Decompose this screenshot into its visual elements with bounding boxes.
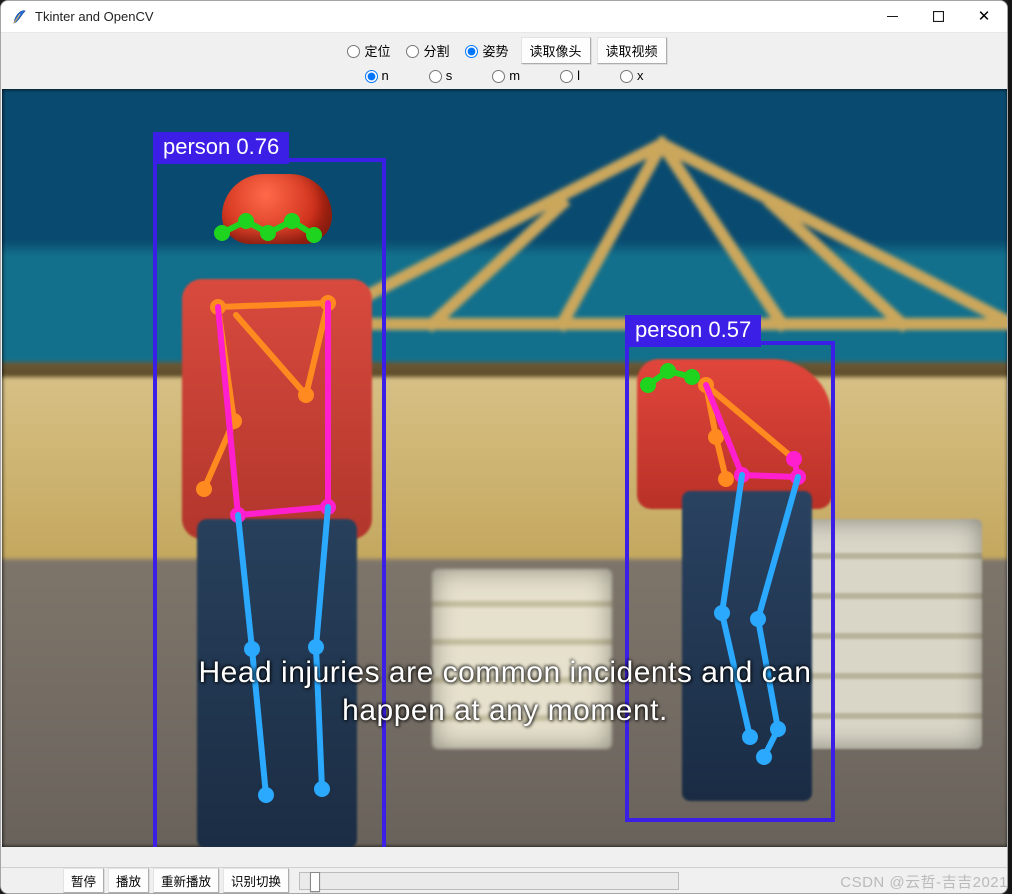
outer-shadow: [1008, 0, 1012, 894]
video-caption: Head injuries are common incidents and c…: [2, 654, 1008, 729]
bbox-person-1: person 0.76: [153, 158, 386, 847]
pause-button[interactable]: 暂停: [63, 868, 104, 893]
titlebar: Tkinter and OpenCV ✕: [1, 1, 1007, 33]
read-video-button[interactable]: 读取视频: [597, 37, 667, 64]
bottom-toolbar: 暂停 播放 重新播放 识别切换: [1, 867, 1007, 893]
minimize-icon: [887, 16, 898, 17]
top-toolbar: 定位 分割 姿势 读取像头 读取视频 n s m l x: [1, 33, 1007, 89]
tk-feather-icon: [11, 9, 27, 25]
radio-locate[interactable]: 定位: [347, 41, 390, 60]
maximize-icon: [933, 11, 944, 22]
close-icon: ✕: [978, 9, 991, 24]
radio-size-l[interactable]: l: [560, 68, 580, 83]
window-title: Tkinter and OpenCV: [35, 9, 154, 24]
replay-button[interactable]: 重新播放: [153, 868, 219, 893]
slider-handle[interactable]: [310, 872, 320, 892]
video-canvas: person 0.76 person 0.57: [2, 89, 1008, 847]
play-button[interactable]: 播放: [108, 868, 149, 893]
radio-locate-label: 定位: [364, 41, 390, 60]
bbox-label-1: person 0.76: [153, 132, 289, 164]
radio-pose[interactable]: 姿势: [465, 41, 508, 60]
toggle-detect-button[interactable]: 识别切换: [223, 868, 289, 893]
close-button[interactable]: ✕: [961, 1, 1007, 33]
radio-pose-label: 姿势: [482, 41, 508, 60]
progress-slider[interactable]: [299, 872, 679, 890]
bbox-label-2: person 0.57: [625, 315, 761, 347]
app-window: Tkinter and OpenCV ✕ 定位 分割 姿势 读取像头 读取视频: [0, 0, 1008, 894]
mode-row: 定位 分割 姿势 读取像头 读取视频: [341, 37, 666, 64]
maximize-button[interactable]: [915, 1, 961, 33]
radio-size-m[interactable]: m: [492, 68, 520, 83]
minimize-button[interactable]: [869, 1, 915, 33]
radio-size-x[interactable]: x: [620, 68, 644, 83]
size-row: n s m l x: [365, 68, 644, 83]
bbox-person-2: person 0.57: [625, 341, 835, 822]
radio-size-n[interactable]: n: [365, 68, 389, 83]
read-camera-button[interactable]: 读取像头: [521, 37, 591, 64]
video-frame: person 0.76 person 0.57: [2, 89, 1008, 847]
radio-segment[interactable]: 分割: [406, 41, 449, 60]
radio-size-s[interactable]: s: [429, 68, 453, 83]
radio-segment-label: 分割: [423, 41, 449, 60]
